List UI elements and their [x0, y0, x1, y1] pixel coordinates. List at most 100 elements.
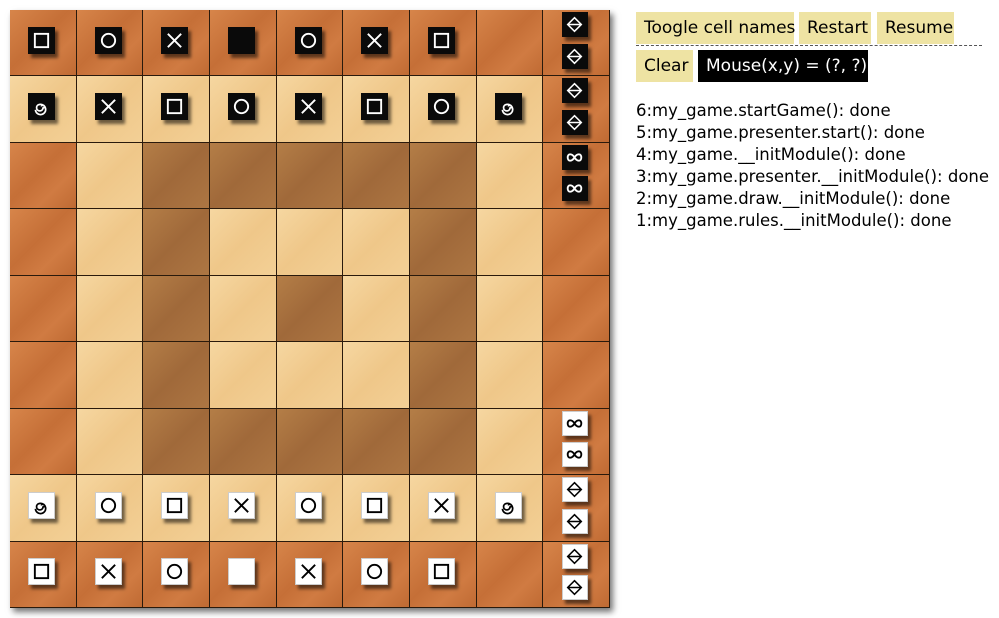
white-piece-diamond-cross[interactable]: [561, 575, 588, 601]
white-piece-diamond-cross[interactable]: [561, 508, 588, 534]
black-piece-spiral[interactable]: [494, 93, 522, 121]
board-cell[interactable]: [476, 342, 544, 409]
white-piece-circle[interactable]: [161, 558, 189, 586]
board-cell[interactable]: [276, 342, 344, 409]
board-cell[interactable]: [143, 275, 210, 343]
board-cell[interactable]: [476, 142, 544, 210]
black-piece-cross[interactable]: [361, 26, 389, 54]
toggle-cell-names-button[interactable]: Toogle cell names: [636, 12, 795, 44]
white-piece-infinity[interactable]: [561, 410, 588, 436]
white-piece-spiral[interactable]: [494, 491, 522, 519]
log-entry: 5:my_game.presenter.start(): done: [636, 123, 925, 142]
board-cell[interactable]: [410, 342, 477, 409]
black-piece-cross[interactable]: [294, 93, 322, 121]
board-cell[interactable]: [76, 209, 144, 276]
black-piece-filled-square[interactable]: [227, 26, 255, 54]
clear-button[interactable]: Clear: [636, 50, 693, 82]
board-cell[interactable]: [543, 209, 610, 276]
square-icon: [165, 496, 184, 515]
board-cell[interactable]: [143, 209, 210, 276]
board-cell[interactable]: [543, 342, 610, 409]
circle-icon: [432, 97, 451, 116]
black-piece-cross[interactable]: [161, 26, 189, 54]
board-cell[interactable]: [276, 408, 344, 476]
board-cell[interactable]: [210, 209, 277, 276]
circle-icon: [165, 562, 184, 581]
black-piece-diamond-cross[interactable]: [561, 78, 588, 104]
board-cell[interactable]: [76, 142, 144, 210]
board-cell[interactable]: [76, 408, 144, 476]
black-piece-cross[interactable]: [94, 93, 122, 121]
board-cell[interactable]: [76, 342, 144, 409]
board-cell[interactable]: [476, 209, 544, 276]
white-piece-cross[interactable]: [294, 558, 322, 586]
black-piece-infinity[interactable]: [561, 144, 588, 170]
board-cell[interactable]: [343, 408, 410, 476]
white-piece-filled-square[interactable]: [227, 558, 255, 586]
board-cell[interactable]: [210, 275, 277, 343]
black-piece-diamond-cross[interactable]: [561, 43, 588, 69]
restart-button[interactable]: Restart: [799, 12, 871, 44]
board-cell[interactable]: [210, 408, 277, 476]
black-piece-square[interactable]: [427, 26, 455, 54]
black-piece-diamond-cross[interactable]: [561, 109, 588, 135]
board-cell[interactable]: [543, 275, 610, 343]
white-piece-cross[interactable]: [94, 558, 122, 586]
board-cell[interactable]: [10, 408, 77, 476]
diamond-cross-icon: [566, 481, 583, 498]
game-board[interactable]: [10, 10, 610, 608]
board-cell[interactable]: [343, 142, 410, 210]
board-cell[interactable]: [343, 342, 410, 409]
white-piece-circle[interactable]: [94, 491, 122, 519]
black-piece-diamond-cross[interactable]: [561, 12, 588, 37]
black-piece-circle[interactable]: [227, 93, 255, 121]
board-cell[interactable]: [210, 342, 277, 409]
black-piece-circle[interactable]: [294, 26, 322, 54]
board-cell[interactable]: [410, 142, 477, 210]
white-piece-square[interactable]: [161, 491, 189, 519]
black-piece-square[interactable]: [27, 26, 55, 54]
black-piece-square[interactable]: [361, 93, 389, 121]
white-piece-diamond-cross[interactable]: [561, 543, 588, 569]
board-cell[interactable]: [410, 408, 477, 476]
white-piece-square[interactable]: [361, 491, 389, 519]
board-cell[interactable]: [210, 142, 277, 210]
board-cell[interactable]: [10, 342, 77, 409]
black-piece-circle[interactable]: [427, 93, 455, 121]
white-piece-spiral[interactable]: [27, 491, 55, 519]
white-piece-circle[interactable]: [294, 491, 322, 519]
board-cell[interactable]: [276, 209, 344, 276]
white-piece-square[interactable]: [427, 558, 455, 586]
board-cell[interactable]: [143, 408, 210, 476]
board-cell[interactable]: [143, 142, 210, 210]
board-cell[interactable]: [343, 209, 410, 276]
board-cell[interactable]: [276, 275, 344, 343]
board-cell[interactable]: [76, 275, 144, 343]
board-cell[interactable]: [276, 142, 344, 210]
board-cell[interactable]: [10, 209, 77, 276]
white-piece-infinity[interactable]: [561, 442, 588, 468]
black-piece-infinity[interactable]: [561, 176, 588, 202]
board-cell[interactable]: [10, 142, 77, 210]
black-piece-spiral[interactable]: [27, 93, 55, 121]
board-cell[interactable]: [476, 408, 544, 476]
board-cell[interactable]: [476, 541, 544, 608]
circle-icon: [365, 562, 384, 581]
log-entry: 6:my_game.startGame(): done: [636, 101, 891, 120]
white-piece-diamond-cross[interactable]: [561, 477, 588, 503]
board-cell[interactable]: [476, 275, 544, 343]
board-cell[interactable]: [143, 342, 210, 409]
black-piece-circle[interactable]: [94, 26, 122, 54]
white-piece-square[interactable]: [27, 558, 55, 586]
white-piece-cross[interactable]: [227, 491, 255, 519]
white-piece-cross[interactable]: [427, 491, 455, 519]
resume-button[interactable]: Resume: [877, 12, 954, 44]
board-cell[interactable]: [410, 209, 477, 276]
board-cell[interactable]: [476, 10, 544, 77]
board-cell[interactable]: [410, 275, 477, 343]
board-cell[interactable]: [10, 275, 77, 343]
diamond-cross-icon: [566, 82, 583, 99]
board-cell[interactable]: [343, 275, 410, 343]
black-piece-square[interactable]: [161, 93, 189, 121]
white-piece-circle[interactable]: [361, 558, 389, 586]
